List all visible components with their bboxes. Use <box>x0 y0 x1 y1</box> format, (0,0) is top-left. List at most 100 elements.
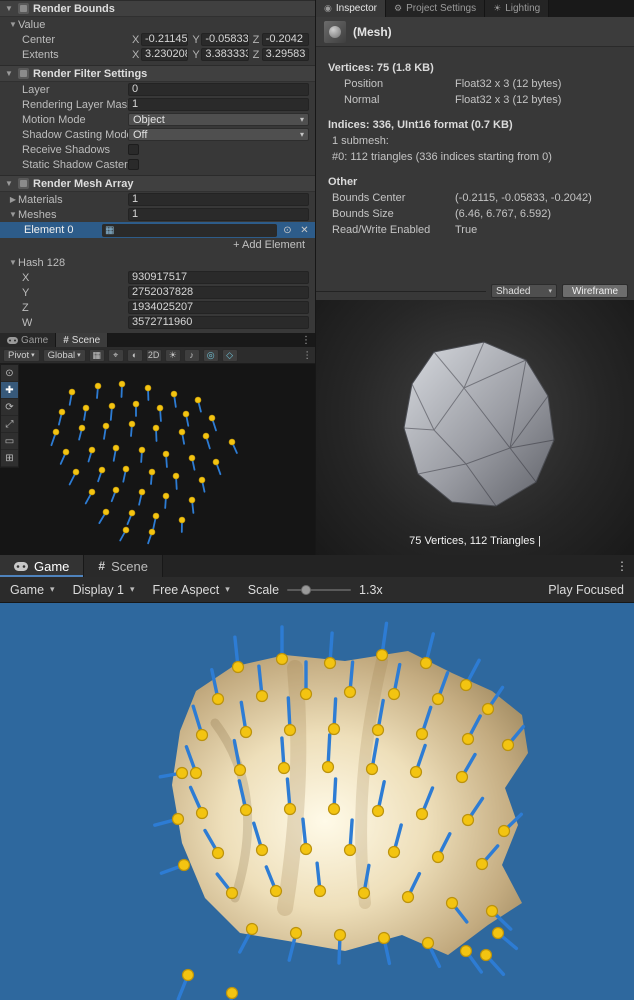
scene-audio-button[interactable]: ♪ <box>183 348 200 362</box>
scene-search-button[interactable]: ◇ <box>221 348 238 362</box>
preview-resize-handle[interactable] <box>316 290 486 292</box>
search-icon: ◇ <box>226 349 234 360</box>
2d-label: 2D <box>147 350 160 360</box>
game-camera-dropdown[interactable]: Game ▾ <box>10 583 55 597</box>
section-render-filter-settings[interactable]: ▼ Render Filter Settings <box>0 65 315 82</box>
tab-scene-mini[interactable]: # Scene <box>56 333 109 347</box>
extents-z-field[interactable]: 3.29583 <box>261 48 309 61</box>
layer-field[interactable]: 0 <box>128 83 309 96</box>
foldout-icon[interactable]: ▼ <box>8 258 18 267</box>
audio-icon: ♪ <box>189 350 194 360</box>
foldout-icon[interactable]: ▼ <box>8 210 18 219</box>
panel-menu-icon[interactable]: ⋮ <box>297 333 315 347</box>
preview-shading-dropdown[interactable]: Shaded ▾ <box>491 284 557 298</box>
section-render-bounds[interactable]: ▼ Render Bounds <box>0 0 315 17</box>
scene-lighting-button[interactable]: ☀ <box>164 348 181 362</box>
hash-x-row: X 930917517 <box>0 270 315 285</box>
hash-y-field[interactable]: 2752037828 <box>128 286 309 299</box>
toolbar-menu-icon[interactable]: ⋮ <box>303 350 313 361</box>
receive-shadows-row: Receive Shadows <box>0 142 315 157</box>
mesh-preview[interactable]: 75 Vertices, 112 Triangles | <box>316 300 634 555</box>
tab-project-settings[interactable]: ⚙ Project Settings <box>386 0 486 17</box>
scale-slider-knob[interactable] <box>301 584 312 595</box>
object-picker-icon[interactable]: ⊙ <box>281 225 294 236</box>
chevron-down-icon: ▾ <box>50 584 55 594</box>
play-focused-label: Play Focused <box>548 582 624 597</box>
meshes-size-field[interactable]: 1 <box>128 208 309 221</box>
component-icon <box>18 178 29 189</box>
transform-tool-button[interactable]: ⊞ <box>1 450 18 467</box>
play-focused-dropdown[interactable]: Play Focused <box>548 583 624 597</box>
foldout-icon: ▼ <box>5 4 13 13</box>
move-tool-button[interactable]: ✚ <box>1 382 18 399</box>
hash-y-row: Y 2752037828 <box>0 285 315 300</box>
view-tool-button[interactable]: ⊙ <box>1 365 18 382</box>
foldout-icon[interactable]: ▶ <box>8 195 18 204</box>
shadow-casting-dropdown[interactable]: Off ▾ <box>128 128 309 141</box>
scale-label: Scale <box>247 582 280 597</box>
hash-w-field[interactable]: 3572711960 <box>128 316 309 329</box>
axis-z-label: Z <box>252 33 260 46</box>
rendering-layer-mask-field[interactable]: 1 <box>128 98 309 111</box>
scale-tool-button[interactable]: ⤢ <box>1 416 18 433</box>
snap-button[interactable]: ⌖ <box>107 348 124 362</box>
scale-control: Scale 1.3x <box>248 583 383 597</box>
tab-lighting[interactable]: ☀ Lighting <box>485 0 550 17</box>
materials-row: ▶ Materials 1 <box>0 192 315 207</box>
display-dropdown[interactable]: Display 1 ▾ <box>73 583 135 597</box>
center-y-field[interactable]: -0.0583334 <box>201 33 249 46</box>
chevron-down-icon: ▾ <box>31 352 35 359</box>
component-icon <box>18 68 29 79</box>
shading-mode-button[interactable]: ◐ <box>126 348 143 362</box>
extents-row: Extents X 3.230208 Y 3.383333 Z 3.29583 <box>0 47 315 62</box>
foldout-icon: ▼ <box>5 179 13 188</box>
grid-toggle-button[interactable]: ▦ <box>88 348 105 362</box>
element-0-row[interactable]: Element 0 ▦ ⊙ ✕ <box>0 222 315 238</box>
center-z-field[interactable]: -0.2042 <box>261 33 309 46</box>
game-toolbar: Game ▾ Display 1 ▾ Free Aspect ▾ Scale 1… <box>0 577 634 603</box>
move-tool-icon: ✚ <box>5 384 14 396</box>
center-x-field[interactable]: -0.2114582 <box>141 33 189 46</box>
gizmos-button[interactable]: ◎ <box>202 348 219 362</box>
meshes-label: Meshes <box>18 208 57 221</box>
tab-inspector[interactable]: ◉ Inspector <box>316 0 386 17</box>
add-element-button[interactable]: + Add Element <box>233 239 305 251</box>
read-write-label: Read/Write Enabled <box>332 224 431 236</box>
rotate-tool-button[interactable]: ⟳ <box>1 399 18 416</box>
scene-viewport[interactable]: ⊙ ✚ ⟳ ⤢ ▭ ⊞ <box>0 364 315 555</box>
extents-x-field[interactable]: 3.230208 <box>141 48 189 61</box>
section-render-mesh-array[interactable]: ▼ Render Mesh Array <box>0 175 315 192</box>
remove-element-icon[interactable]: ✕ <box>298 225 311 236</box>
inspector-tab-bar: ◉ Inspector ⚙ Project Settings ☀ Lightin… <box>316 0 634 17</box>
wireframe-toggle-button[interactable]: Wireframe <box>562 284 628 298</box>
element-0-object-field[interactable]: ▦ <box>102 223 277 237</box>
shadow-casting-label: Shadow Casting Mode <box>22 128 128 141</box>
2d-toggle-button[interactable]: 2D <box>145 348 162 362</box>
position-label: Position <box>344 78 384 90</box>
materials-size-field[interactable]: 1 <box>128 193 309 206</box>
extents-y-field[interactable]: 3.383333 <box>201 48 249 61</box>
tab-scene[interactable]: # Scene <box>84 555 163 577</box>
tab-game-mini[interactable]: Game <box>0 333 57 347</box>
pivot-dropdown[interactable]: Pivot ▾ <box>3 348 40 362</box>
static-shadow-caster-checkbox[interactable] <box>128 159 139 170</box>
hash-z-field[interactable]: 1934025207 <box>128 301 309 314</box>
game-viewport[interactable] <box>0 603 634 1000</box>
light-icon: ☀ <box>168 349 177 360</box>
global-dropdown[interactable]: Global ▾ <box>42 348 86 362</box>
panel-menu-icon[interactable]: ⋮ <box>610 555 634 577</box>
aspect-dropdown[interactable]: Free Aspect ▾ <box>153 583 230 597</box>
game-panel: Game # Scene ⋮ Game ▾ Display 1 ▾ Free A… <box>0 555 634 1000</box>
shaded-label: Shaded <box>496 285 531 297</box>
rect-tool-button[interactable]: ▭ <box>1 433 18 450</box>
receive-shadows-checkbox[interactable] <box>128 144 139 155</box>
gear-icon: ⚙ <box>394 3 403 13</box>
hash-y-label: Y <box>22 286 30 299</box>
scale-slider[interactable] <box>287 584 352 595</box>
motion-mode-dropdown[interactable]: Object ▾ <box>128 113 309 126</box>
hash-128-label: Hash 128 <box>18 256 66 269</box>
mesh-thumbnail <box>324 20 346 43</box>
foldout-icon[interactable]: ▼ <box>8 20 18 29</box>
hash-x-field[interactable]: 930917517 <box>128 271 309 284</box>
tab-game[interactable]: Game <box>0 555 85 577</box>
